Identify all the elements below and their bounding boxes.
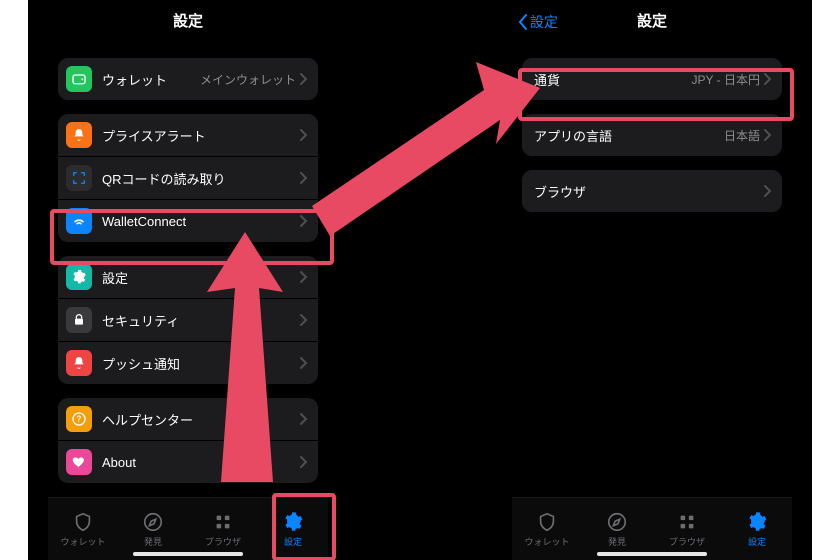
tab-label: ブラウザ [669,535,705,548]
header: 設定 設定 [512,0,792,44]
tab-wallet[interactable]: ウォレット [48,498,118,560]
community-header: コミュニティに参加する [48,483,328,498]
header: 設定 [48,0,328,44]
phone-right: 設定 設定 通貨 JPY - 日本円 アプリの言語 日本語 ブラウザ [512,0,792,560]
chevron-right-icon [300,172,308,184]
row-label: セキュリティ [102,311,300,330]
row-label: ヘルプセンター [102,410,300,429]
row-walletconnect[interactable]: WalletConnect [58,199,318,242]
row-settings[interactable]: 設定 [58,256,318,298]
chevron-right-icon [764,73,772,85]
chevron-right-icon [300,413,308,425]
heart-icon [66,449,92,475]
row-wallet[interactable]: ウォレット メインウォレット [58,58,318,100]
row-label: QRコードの読み取り [102,169,300,188]
home-indicator [133,552,243,556]
home-indicator [597,552,707,556]
row-qr-scan[interactable]: QRコードの読み取り [58,156,318,199]
row-security[interactable]: セキュリティ [58,298,318,341]
row-value: 日本語 [724,127,760,144]
tab-label: ウォレット [524,535,569,548]
group-browser: ブラウザ [522,170,782,212]
tab-discover[interactable]: 発見 [118,498,188,560]
group-app: 設定 セキュリティ プッシュ通知 [58,256,318,384]
row-label: プッシュ通知 [102,354,300,373]
row-label: 通貨 [534,70,692,89]
group-currency: 通貨 JPY - 日本円 [522,58,782,100]
qr-icon [66,165,92,191]
settings-sub-list: 通貨 JPY - 日本円 アプリの言語 日本語 ブラウザ [512,44,792,498]
chevron-right-icon [300,271,308,283]
back-label: 設定 [530,0,558,44]
tab-settings[interactable]: 設定 [722,498,792,560]
svg-text:?: ? [77,415,82,424]
lock-icon [66,307,92,333]
row-label: プライスアラート [102,126,300,145]
tab-label: 発見 [144,535,162,548]
tab-label: 設定 [748,535,766,548]
row-label: アプリの言語 [534,126,724,145]
group-wallet: ウォレット メインウォレット [58,58,318,100]
row-language[interactable]: アプリの言語 日本語 [522,114,782,156]
tab-browser[interactable]: ブラウザ [652,498,722,560]
gear-icon [66,264,92,290]
page-title: 設定 [637,13,667,30]
row-about[interactable]: About [58,440,318,483]
tab-settings[interactable]: 設定 [258,498,328,560]
back-button[interactable]: 設定 [518,0,558,44]
chevron-right-icon [300,215,308,227]
tab-label: ブラウザ [205,535,241,548]
group-tools: プライスアラート QRコードの読み取り WalletConnect [58,114,318,242]
wallet-icon [66,66,92,92]
row-value: JPY - 日本円 [692,71,760,88]
page-title: 設定 [173,13,203,30]
row-price-alert[interactable]: プライスアラート [58,114,318,156]
chevron-right-icon [300,456,308,468]
chevron-right-icon [300,73,308,85]
chevron-right-icon [300,129,308,141]
group-support: ? ヘルプセンター About [58,398,318,483]
tab-label: ウォレット [60,535,105,548]
tab-bar: ウォレット 発見 ブラウザ 設定 [512,497,792,560]
group-language: アプリの言語 日本語 [522,114,782,156]
bell2-icon [66,350,92,376]
chevron-right-icon [764,185,772,197]
row-label: About [102,455,300,470]
bell-icon [66,122,92,148]
settings-list: ウォレット メインウォレット プライスアラート QRコードの読み取り [48,44,328,498]
row-label: ブラウザ [534,182,764,201]
link-icon [66,208,92,234]
row-label: 設定 [102,268,300,287]
tab-label: 設定 [284,535,302,548]
tab-discover[interactable]: 発見 [582,498,652,560]
tab-bar: ウォレット 発見 ブラウザ 設定 [48,497,328,560]
row-label: WalletConnect [102,214,300,229]
chevron-right-icon [300,357,308,369]
row-label: ウォレット [102,70,200,89]
help-icon: ? [66,406,92,432]
chevron-right-icon [764,129,772,141]
chevron-right-icon [300,314,308,326]
row-value: メインウォレット [200,71,296,88]
row-currency[interactable]: 通貨 JPY - 日本円 [522,58,782,100]
tab-label: 発見 [608,535,626,548]
row-push[interactable]: プッシュ通知 [58,341,318,384]
tab-browser[interactable]: ブラウザ [188,498,258,560]
tab-wallet[interactable]: ウォレット [512,498,582,560]
phone-left: 設定 ウォレット メインウォレット プライスアラート [48,0,328,560]
row-help[interactable]: ? ヘルプセンター [58,398,318,440]
row-browser[interactable]: ブラウザ [522,170,782,212]
